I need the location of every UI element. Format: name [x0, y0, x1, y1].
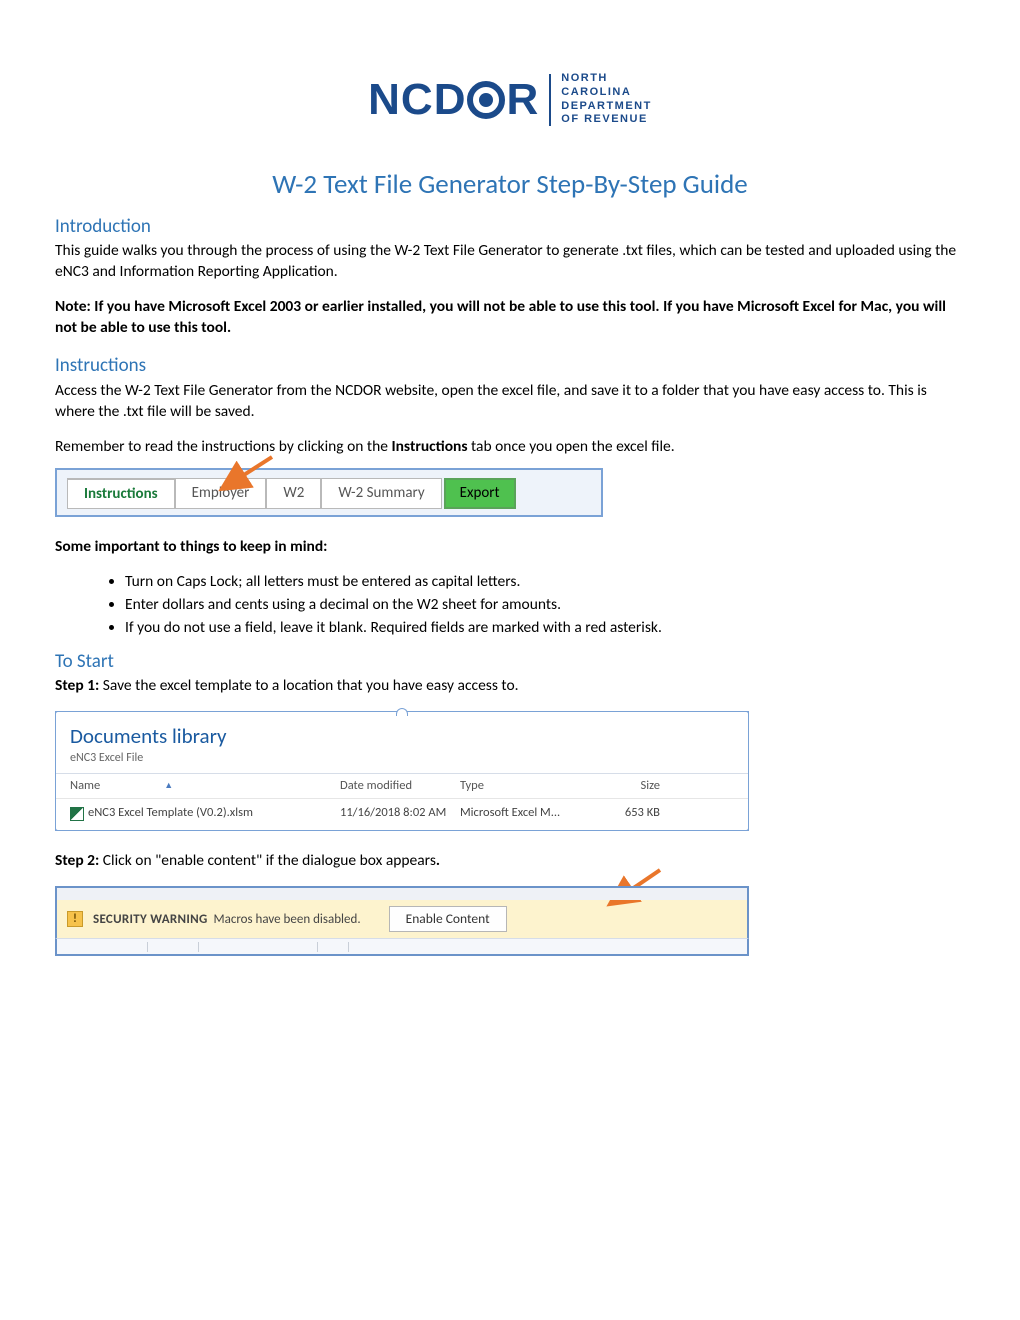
logo-sub-3: DEPARTMENT — [561, 100, 652, 114]
logo-text: NCD R — [368, 70, 539, 129]
library-title: Documents library — [70, 722, 734, 750]
security-warning-figure: ! SECURITY WARNING Macros have been disa… — [55, 886, 749, 956]
file-date: 11/16/2018 8:02 AM — [340, 805, 460, 822]
step-2-text: Click on "enable content" if the dialogu… — [99, 851, 436, 870]
logo-sub-1: NORTH — [561, 72, 652, 86]
library-subtitle: eNC3 Excel File — [70, 750, 734, 766]
warning-icon: ! — [67, 911, 83, 927]
step-2-label: Step 2: — [55, 851, 99, 870]
step-1-text: Save the excel template to a location th… — [99, 676, 518, 695]
list-item: Enter dollars and cents using a decimal … — [125, 595, 965, 616]
logo-o-icon — [467, 81, 505, 119]
library-columns: Name▲ Date modified Type Size — [56, 773, 748, 800]
keep-in-mind-list: Turn on Caps Lock; all letters must be e… — [125, 572, 965, 639]
step-2: Step 2: Click on "enable content" if the… — [55, 851, 965, 872]
table-row[interactable]: eNC3 Excel Template (V0.2).xlsm 11/16/20… — [56, 799, 748, 830]
tab-export[interactable]: Export — [444, 478, 516, 509]
tab-w2-summary[interactable]: W-2 Summary — [321, 478, 441, 509]
page-title: W-2 Text File Generator Step-By-Step Gui… — [55, 167, 965, 203]
ribbon-fragment-bottom — [55, 938, 749, 956]
intro-paragraph: This guide walks you through the process… — [55, 241, 965, 283]
file-name: eNC3 Excel Template (V0.2).xlsm — [88, 805, 253, 822]
section-tostart-heading: To Start — [55, 649, 965, 675]
logo-suffix: R — [506, 70, 539, 129]
excel-tabs-figure: Instructions Employer W2 W-2 Summary Exp… — [55, 468, 603, 517]
file-size: 653 KB — [580, 805, 670, 822]
col-date[interactable]: Date modified — [340, 778, 460, 795]
section-instructions-heading: Instructions — [55, 353, 965, 379]
step-1-label: Step 1: — [55, 676, 99, 695]
security-text: SECURITY WARNING Macros have been disabl… — [93, 911, 361, 929]
col-type[interactable]: Type — [460, 778, 580, 795]
arrow-annotation-icon — [217, 455, 277, 495]
logo-sub-2: CAROLINA — [561, 86, 652, 100]
documents-library-figure: Documents library eNC3 Excel File Name▲ … — [55, 711, 749, 831]
instr-p2-pre: Remember to read the instructions by cli… — [55, 437, 391, 456]
enable-content-button[interactable]: Enable Content — [389, 906, 507, 932]
step-1: Step 1: Save the excel template to a loc… — [55, 676, 965, 697]
file-type: Microsoft Excel M... — [460, 805, 580, 822]
tab-instructions[interactable]: Instructions — [67, 478, 175, 509]
instr-p2-bold: Instructions — [391, 437, 467, 456]
step-2-dot: . — [436, 851, 440, 870]
logo-divider — [549, 74, 551, 126]
section-intro-heading: Introduction — [55, 214, 965, 240]
logo-subtitle: NORTH CAROLINA DEPARTMENT OF REVENUE — [561, 72, 652, 127]
logo-prefix: NCD — [368, 70, 466, 129]
logo-sub-4: OF REVENUE — [561, 113, 652, 127]
list-item: If you do not use a field, leave it blan… — [125, 618, 965, 639]
logo: NCD R NORTH CAROLINA DEPARTMENT OF REVEN… — [55, 70, 965, 129]
instr-p2-post: tab once you open the excel file. — [468, 437, 675, 456]
instructions-paragraph-1: Access the W-2 Text File Generator from … — [55, 381, 965, 423]
intro-note: Note: If you have Microsoft Excel 2003 o… — [55, 297, 965, 339]
keep-in-mind-heading: Some important to things to keep in mind… — [55, 537, 965, 558]
ribbon-fragment — [55, 886, 749, 900]
sort-asc-icon: ▲ — [164, 780, 173, 792]
col-size[interactable]: Size — [580, 778, 670, 795]
list-item: Turn on Caps Lock; all letters must be e… — [125, 572, 965, 593]
excel-file-icon — [70, 807, 84, 821]
col-name[interactable]: Name▲ — [70, 778, 340, 795]
instructions-paragraph-2: Remember to read the instructions by cli… — [55, 437, 965, 458]
